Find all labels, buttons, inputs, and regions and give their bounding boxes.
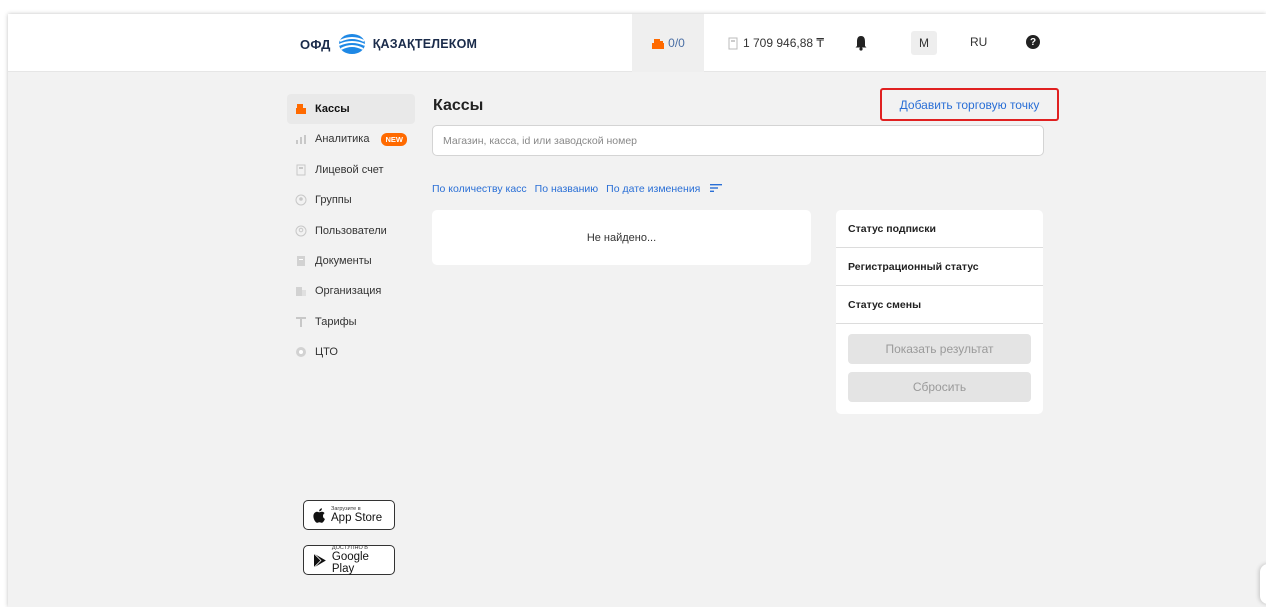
- language-switcher[interactable]: RU: [970, 35, 987, 49]
- empty-result-message: Не найдено...: [586, 231, 657, 244]
- sidebar-item-label: Организация: [315, 285, 382, 298]
- sidebar-item-users[interactable]: Пользователи: [287, 216, 415, 246]
- balance-value: 1 709 946,88 ₸: [743, 36, 825, 50]
- sidebar-item-groups[interactable]: Группы: [287, 185, 415, 215]
- logo[interactable]: ОФД ҚАЗАҚТЕЛЕКОМ: [300, 33, 477, 55]
- wallet-icon: [728, 37, 738, 49]
- sort-by-date-link[interactable]: По дате изменения: [606, 183, 700, 195]
- google-play-label: Google Play: [331, 551, 369, 575]
- sort-by-count-link[interactable]: По количеству касс: [432, 183, 527, 195]
- sort-options: По количеству касс По названию По дате и…: [432, 183, 723, 195]
- group-icon: [295, 194, 307, 206]
- app-store-button[interactable]: Загрузите в App Store: [303, 500, 395, 530]
- show-result-button[interactable]: Показать результат: [848, 334, 1031, 364]
- avatar-letter: M: [919, 36, 929, 50]
- logo-ofd-text: ОФД: [300, 36, 331, 52]
- sidebar: Кассы Аналитика NEW Лицевой счет Группы: [287, 94, 415, 368]
- page-title: Кассы: [433, 97, 484, 114]
- app-window: ОФД ҚАЗАҚТЕЛЕКОМ 0/0 1 709 946,88 ₸ M RU…: [8, 14, 1266, 607]
- sidebar-item-organization[interactable]: Организация: [287, 276, 415, 306]
- reset-button[interactable]: Сбросить: [848, 372, 1031, 402]
- user-icon: [295, 225, 307, 237]
- sidebar-item-label: Пользователи: [315, 224, 387, 237]
- help-icon[interactable]: ?: [1026, 35, 1040, 49]
- sidebar-item-label: Кассы: [315, 103, 350, 115]
- avatar[interactable]: M: [911, 31, 937, 55]
- filter-registration-status[interactable]: Регистрационный статус: [836, 248, 1043, 286]
- sidebar-item-label: Аналитика: [315, 133, 370, 146]
- sidebar-item-label: Документы: [315, 254, 372, 267]
- filter-subscription-status[interactable]: Статус подписки: [836, 210, 1043, 248]
- new-badge: NEW: [381, 132, 407, 146]
- add-trading-point-button[interactable]: Добавить торговую точку: [880, 88, 1059, 121]
- sort-by-name-link[interactable]: По названию: [535, 183, 598, 195]
- google-play-text: ДОСТУПНО В Google Play: [332, 545, 394, 575]
- sidebar-item-kassy[interactable]: Кассы: [287, 94, 415, 124]
- sidebar-item-cto[interactable]: ЦТО: [287, 337, 415, 367]
- service-icon: [295, 346, 307, 358]
- sidebar-item-tariffs[interactable]: Тарифы: [287, 307, 415, 337]
- sidebar-item-label: Лицевой счет: [315, 163, 384, 176]
- bell-icon[interactable]: [854, 35, 868, 51]
- balance[interactable]: 1 709 946,88 ₸: [728, 14, 824, 72]
- filter-shift-status[interactable]: Статус смены: [836, 286, 1043, 324]
- help-glyph: ?: [1029, 36, 1037, 48]
- logo-globe-icon: [338, 34, 366, 54]
- app-store-text: Загрузите в App Store: [331, 506, 382, 524]
- google-play-button[interactable]: ДОСТУПНО В Google Play: [303, 545, 395, 575]
- top-bar: ОФД ҚАЗАҚТЕЛЕКОМ 0/0 1 709 946,88 ₸ M RU…: [8, 14, 1266, 72]
- sidebar-item-label: Группы: [315, 194, 352, 207]
- sidebar-item-label: Тарифы: [315, 315, 357, 328]
- sidebar-item-documents[interactable]: Документы: [287, 246, 415, 276]
- search-input[interactable]: [432, 125, 1044, 156]
- wallet-icon: [295, 164, 307, 176]
- building-icon: [295, 285, 307, 297]
- tariff-icon: [295, 316, 307, 328]
- chart-icon: [295, 133, 307, 145]
- sidebar-item-analytics[interactable]: Аналитика NEW: [287, 124, 415, 154]
- google-play-icon: [313, 552, 326, 568]
- document-icon: [295, 255, 307, 267]
- kkm-counter[interactable]: 0/0: [632, 14, 704, 72]
- cash-register-icon: [652, 38, 665, 49]
- filter-panel: Статус подписки Регистрационный статус С…: [836, 210, 1043, 414]
- screenshot-frame: ОФД ҚАЗАҚТЕЛЕКОМ 0/0 1 709 946,88 ₸ M RU…: [0, 0, 1266, 607]
- sidebar-item-label: ЦТО: [315, 346, 338, 359]
- apple-icon: [313, 507, 325, 523]
- logo-company-text: ҚАЗАҚТЕЛЕКОМ: [372, 37, 478, 51]
- app-store-label: App Store: [331, 512, 383, 524]
- cash-register-icon: [295, 103, 307, 115]
- kkm-counter-value: 0/0: [668, 36, 685, 50]
- sort-order-icon[interactable]: [710, 183, 723, 193]
- side-widget-tab[interactable]: [1260, 564, 1266, 604]
- empty-result-card: Не найдено...: [432, 210, 811, 265]
- sidebar-item-account[interactable]: Лицевой счет: [287, 155, 415, 185]
